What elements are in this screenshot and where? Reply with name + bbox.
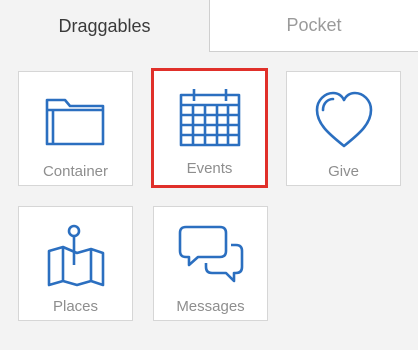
tile-container[interactable]: Container xyxy=(18,71,133,186)
tile-give[interactable]: Give xyxy=(286,71,401,186)
tile-messages[interactable]: Messages xyxy=(153,206,268,321)
heart-icon xyxy=(309,86,379,156)
draggables-grid: Container Events Give Places Messages xyxy=(0,52,418,350)
tile-label: Places xyxy=(52,298,99,315)
tile-label: Give xyxy=(328,163,359,180)
tile-events[interactable]: Events xyxy=(151,68,268,188)
tile-label: Messages xyxy=(176,298,245,315)
tile-places[interactable]: Places xyxy=(18,206,133,321)
tab-draggables[interactable]: Draggables xyxy=(0,0,210,52)
map-pin-icon xyxy=(41,221,111,291)
tile-label: Container xyxy=(42,163,109,180)
calendar-icon xyxy=(175,83,245,153)
folder-icon xyxy=(41,86,111,156)
tab-bar: Draggables Pocket xyxy=(0,0,418,52)
chat-bubbles-icon xyxy=(176,221,246,291)
tile-label: Events xyxy=(186,160,233,177)
tab-pocket[interactable]: Pocket xyxy=(210,0,418,52)
